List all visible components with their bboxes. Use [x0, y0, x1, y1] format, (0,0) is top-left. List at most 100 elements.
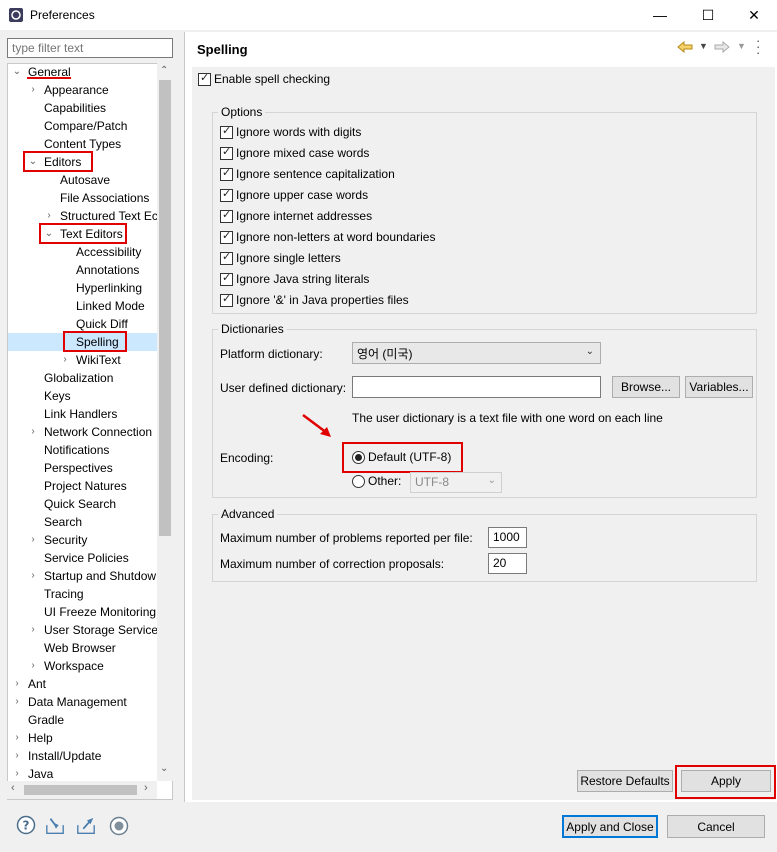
tree-item[interactable]: › Security	[8, 531, 158, 549]
cancel-button[interactable]: Cancel	[667, 815, 765, 838]
tree-item[interactable]: Search	[8, 513, 158, 531]
option-label: Ignore Java string literals	[236, 272, 370, 286]
scroll-up-icon[interactable]: ⌃	[160, 65, 168, 76]
chevron-right-icon[interactable]: ›	[12, 729, 22, 747]
tree-item[interactable]: Keys	[8, 387, 158, 405]
forward-dropdown-icon[interactable]: ▼	[737, 41, 746, 51]
tree-item[interactable]: UI Freeze Monitoring	[8, 603, 158, 621]
browse-button[interactable]: Browse...	[612, 376, 680, 398]
option-checkbox[interactable]	[220, 166, 233, 181]
tree-item[interactable]: › Help	[8, 729, 158, 747]
tree-item[interactable]: › Workspace	[8, 657, 158, 675]
export-icon[interactable]	[76, 816, 96, 836]
user-dictionary-label: User defined dictionary:	[220, 381, 347, 395]
tree-horizontal-scroll-thumb[interactable]	[24, 785, 137, 795]
chevron-down-icon: ⌄	[487, 475, 496, 486]
other-encoding-radio[interactable]	[352, 475, 365, 488]
back-arrow-icon[interactable]	[676, 40, 694, 54]
max-corrections-input[interactable]: 20	[488, 553, 527, 574]
chevron-right-icon[interactable]: ›	[28, 567, 38, 585]
tree-item-label: Annotations	[76, 263, 140, 277]
tree-item[interactable]: Project Natures	[8, 477, 158, 495]
scroll-left-icon[interactable]: ‹	[11, 782, 15, 794]
tree-item[interactable]: Web Browser	[8, 639, 158, 657]
scroll-down-icon[interactable]: ⌄	[160, 763, 168, 774]
import-icon[interactable]	[45, 816, 65, 836]
tree-item[interactable]: Globalization	[8, 369, 158, 387]
chevron-right-icon[interactable]: ›	[60, 351, 70, 369]
tree-item[interactable]: › User Storage Service	[8, 621, 158, 639]
option-label: Ignore internet addresses	[236, 209, 373, 223]
options-legend: Options	[218, 105, 266, 119]
option-label: Ignore '&' in Java properties files	[236, 293, 409, 307]
option-checkbox[interactable]	[220, 187, 233, 202]
option-checkbox[interactable]	[220, 124, 233, 139]
tree-item[interactable]: › WikiText	[8, 351, 158, 369]
max-problems-input[interactable]: 1000	[488, 527, 527, 548]
tree-item[interactable]: Accessibility	[8, 243, 158, 261]
chevron-right-icon[interactable]: ›	[28, 81, 38, 99]
tree-item[interactable]: Quick Search	[8, 495, 158, 513]
tree-item[interactable]: Capabilities	[8, 99, 158, 117]
tree-item[interactable]: Link Handlers	[8, 405, 158, 423]
tree-item[interactable]: Linked Mode	[8, 297, 158, 315]
other-encoding-select[interactable]: UTF-8 ⌄	[410, 472, 502, 493]
variables-button[interactable]: Variables...	[685, 376, 753, 398]
chevron-right-icon[interactable]: ›	[12, 693, 22, 711]
tree-item[interactable]: Compare/Patch	[8, 117, 158, 135]
tree-item[interactable]: Gradle	[8, 711, 158, 729]
chevron-right-icon[interactable]: ›	[28, 657, 38, 675]
tree-item[interactable]: Autosave	[8, 171, 158, 189]
tree-item-label: Quick Search	[44, 497, 117, 511]
restore-defaults-button[interactable]: Restore Defaults	[577, 770, 673, 792]
tree-item[interactable]: Tracing	[8, 585, 158, 603]
filter-input[interactable]	[7, 38, 173, 58]
tree-item[interactable]: Service Policies	[8, 549, 158, 567]
tree-item[interactable]: › Startup and Shutdow	[8, 567, 158, 585]
option-checkbox[interactable]	[220, 250, 233, 265]
forward-arrow-icon[interactable]	[713, 40, 731, 54]
tree-item-label: Install/Update	[28, 749, 102, 763]
chevron-right-icon[interactable]: ›	[28, 621, 38, 639]
option-checkbox[interactable]	[220, 145, 233, 160]
option-label: Ignore words with digits	[236, 125, 362, 139]
record-icon[interactable]	[109, 816, 129, 836]
platform-dictionary-select[interactable]: 영어 (미국) ⌄	[352, 342, 601, 364]
tree-item[interactable]: Perspectives	[8, 459, 158, 477]
tree-item[interactable]: File Associations	[8, 189, 158, 207]
tree-item[interactable]: › Network Connection	[8, 423, 158, 441]
tree-item[interactable]: Hyperlinking	[8, 279, 158, 297]
scroll-right-icon[interactable]: ›	[144, 782, 148, 794]
apply-and-close-button[interactable]: Apply and Close	[562, 815, 658, 838]
highlight-tree-item	[27, 76, 71, 79]
eclipse-app-icon	[9, 8, 23, 22]
back-dropdown-icon[interactable]: ▼	[699, 41, 708, 51]
chevron-right-icon[interactable]: ›	[12, 675, 22, 693]
tree-item[interactable]: › Install/Update	[8, 747, 158, 765]
option-checkbox[interactable]	[220, 208, 233, 223]
chevron-right-icon[interactable]: ›	[28, 423, 38, 441]
tree-item[interactable]: Notifications	[8, 441, 158, 459]
maximize-button[interactable]: ☐	[685, 0, 731, 30]
minimize-button[interactable]: —	[637, 0, 683, 30]
tree-item[interactable]: Annotations	[8, 261, 158, 279]
option-checkbox[interactable]	[220, 292, 233, 307]
chevron-right-icon[interactable]: ›	[12, 747, 22, 765]
tree-item-label: Help	[28, 731, 53, 745]
user-dictionary-input[interactable]	[352, 376, 601, 398]
tree-item[interactable]: › Ant	[8, 675, 158, 693]
option-checkbox[interactable]	[220, 271, 233, 286]
tree-item-label: Link Handlers	[44, 407, 118, 421]
close-button[interactable]: ✕	[731, 0, 777, 30]
tree-vertical-scroll-thumb[interactable]	[159, 80, 171, 536]
tree-item[interactable]: › Appearance	[8, 81, 158, 99]
help-icon[interactable]: ?	[16, 815, 36, 835]
option-label: Ignore single letters	[236, 251, 341, 265]
max-problems-label: Maximum number of problems reported per …	[220, 531, 473, 545]
chevron-down-icon[interactable]: ⌄	[12, 64, 22, 81]
view-menu-icon[interactable]: · · ·	[756, 34, 760, 59]
enable-spell-checkbox[interactable]	[198, 71, 211, 86]
chevron-right-icon[interactable]: ›	[28, 531, 38, 549]
option-checkbox[interactable]	[220, 229, 233, 244]
tree-item[interactable]: › Data Management	[8, 693, 158, 711]
